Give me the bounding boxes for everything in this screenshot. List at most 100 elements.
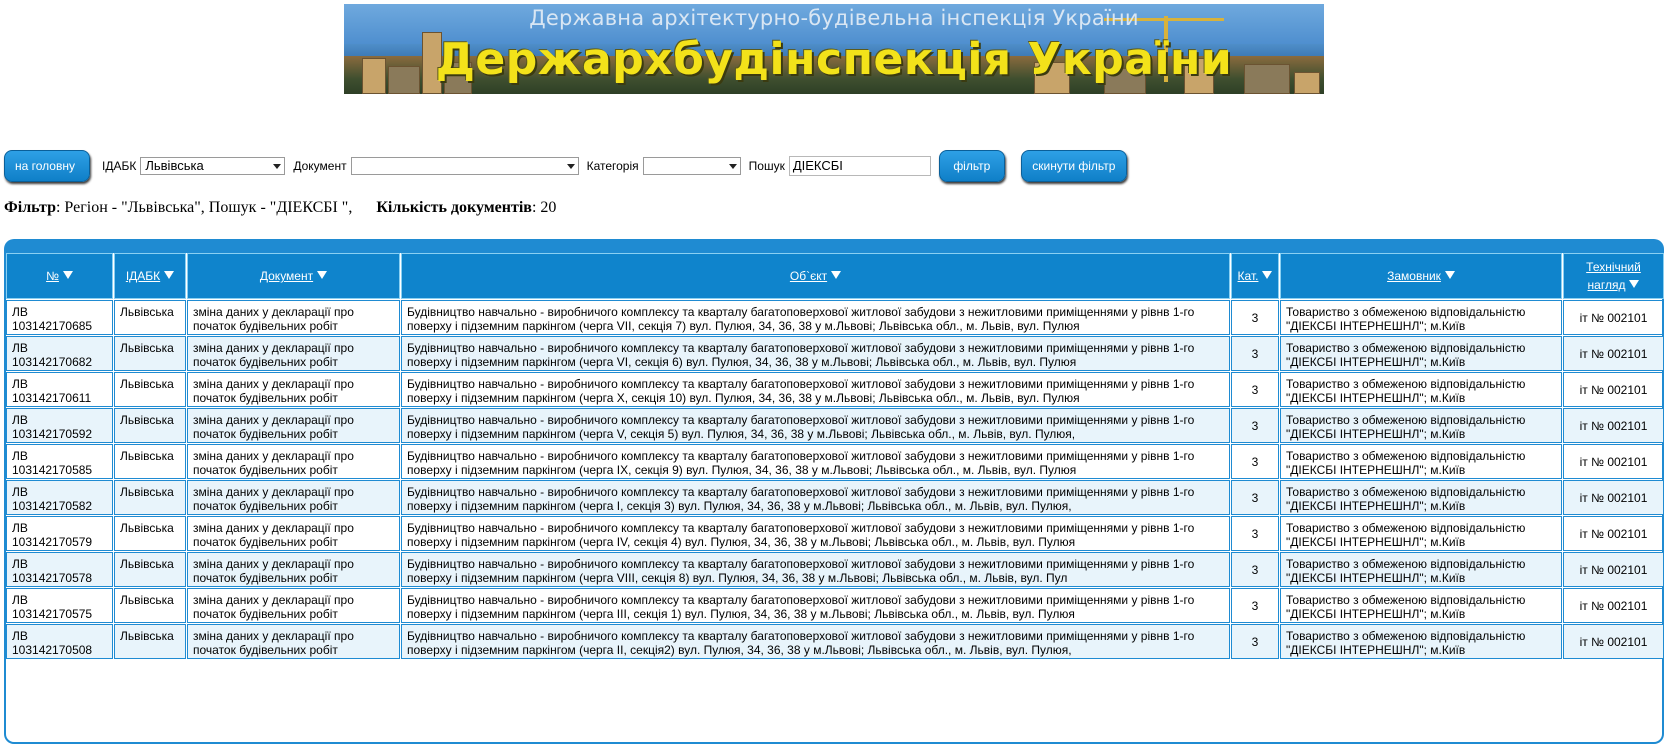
column-header-idabk[interactable]: ІДАБК <box>114 253 186 299</box>
cell-customer: Товариство з обмеженою відповідальністю … <box>1280 588 1562 623</box>
sort-down-icon <box>1444 271 1455 279</box>
header-banner: Державна архітектурно-будівельна інспекц… <box>344 4 1324 94</box>
sort-link-idabk[interactable]: ІДАБК <box>126 269 160 283</box>
cell-tech-supervision: іт № 002101 <box>1563 444 1664 479</box>
category-select[interactable] <box>642 157 741 175</box>
cell-customer: Товариство з обмеженою відповідальністю … <box>1280 408 1562 443</box>
cell-number-value: 103142170578 <box>12 571 93 585</box>
column-header-tech-supervision[interactable]: Технічний нагляд <box>1563 253 1664 299</box>
table-row: ЛВ 103142170578 Львівська зміна даних у дек… <box>6 552 1664 587</box>
cell-object: Будівництво навчально - виробничого комп… <box>401 516 1230 551</box>
cell-object: Будівництво навчально - виробничого комп… <box>401 480 1230 515</box>
column-header-category[interactable]: Кат. <box>1231 253 1279 299</box>
cell-number-value: 103142170682 <box>12 355 93 369</box>
filter-button[interactable]: фільтр <box>938 150 1005 182</box>
tech-header-line1: Технічний <box>1586 260 1641 274</box>
table-row: ЛВ 103142170685 Львівська зміна даних у дек… <box>6 300 1664 335</box>
cell-category: 3 <box>1231 336 1279 371</box>
cell-number-prefix: ЛВ <box>12 449 28 463</box>
column-header-document[interactable]: Документ <box>187 253 400 299</box>
category-label: Категорія <box>586 159 639 173</box>
cell-customer: Товариство з обмеженою відповідальністю … <box>1280 480 1562 515</box>
cell-customer: Товариство з обмеженою відповідальністю … <box>1280 552 1562 587</box>
cell-tech-supervision: іт № 002101 <box>1563 408 1664 443</box>
home-button[interactable]: на головну <box>4 150 90 182</box>
cell-object: Будівництво навчально - виробничого комп… <box>401 300 1230 335</box>
cell-number-value: 103142170508 <box>12 643 93 657</box>
cell-idabk: Львівська <box>114 408 186 443</box>
column-header-object[interactable]: Об`єкт <box>401 253 1230 299</box>
cell-number-value: 103142170582 <box>12 499 93 513</box>
sort-link-object[interactable]: Об`єкт <box>790 269 827 283</box>
cell-idabk: Львівська <box>114 444 186 479</box>
sort-down-icon <box>831 271 842 279</box>
table-header-row: № ІДАБК Документ Об`єкт Кат. Замовник Те… <box>6 253 1664 299</box>
cell-idabk: Львівська <box>114 588 186 623</box>
cell-number-value: 103142170685 <box>12 319 93 333</box>
chevron-down-icon <box>273 164 282 169</box>
search-label: Пошук <box>748 159 785 173</box>
cell-object: Будівництво навчально - виробничого комп… <box>401 552 1230 587</box>
cell-document: зміна даних у декларації про початок буд… <box>187 516 400 551</box>
cell-object: Будівництво навчально - виробничого комп… <box>401 408 1230 443</box>
cell-tech-supervision: іт № 002101 <box>1563 552 1664 587</box>
cell-customer: Товариство з обмеженою відповідальністю … <box>1280 372 1562 407</box>
documents-table: № ІДАБК Документ Об`єкт Кат. Замовник Те… <box>5 252 1665 660</box>
cell-tech-supervision: іт № 002101 <box>1563 300 1664 335</box>
cell-category: 3 <box>1231 408 1279 443</box>
cell-customer: Товариство з обмеженою відповідальністю … <box>1280 336 1562 371</box>
cell-document: зміна даних у декларації про початок буд… <box>187 552 400 587</box>
banner-subtitle: Державна архітектурно-будівельна інспекц… <box>529 6 1139 30</box>
sort-link-category[interactable]: Кат. <box>1238 269 1259 283</box>
cell-number-value: 103142170592 <box>12 427 93 441</box>
reset-filter-button[interactable]: скинути фільтр <box>1020 150 1127 182</box>
sort-link-document[interactable]: Документ <box>260 269 313 283</box>
document-count-label: Кількість документів <box>376 199 532 216</box>
cell-category: 3 <box>1231 516 1279 551</box>
cell-number-prefix: ЛВ <box>12 521 28 535</box>
cell-document: зміна даних у декларації про початок буд… <box>187 300 400 335</box>
filter-label: Фільтр <box>4 199 56 216</box>
cell-customer: Товариство з обмеженою відповідальністю … <box>1280 444 1562 479</box>
column-header-number[interactable]: № <box>6 253 113 299</box>
cell-idabk: Львівська <box>114 552 186 587</box>
cell-number: ЛВ 103142170685 <box>6 300 113 335</box>
cell-tech-supervision: іт № 002101 <box>1563 480 1664 515</box>
column-header-customer[interactable]: Замовник <box>1280 253 1562 299</box>
sort-link-number[interactable]: № <box>46 269 59 283</box>
search-input[interactable]: ДІЕКСБІ <box>788 156 931 176</box>
table-row: ЛВ 103142170592 Львівська зміна даних у дек… <box>6 408 1664 443</box>
cell-number: ЛВ 103142170592 <box>6 408 113 443</box>
cell-object: Будівництво навчально - виробничого комп… <box>401 444 1230 479</box>
cell-idabk: Львівська <box>114 336 186 371</box>
cell-tech-supervision: іт № 002101 <box>1563 336 1664 371</box>
cell-customer: Товариство з обмеженою відповідальністю … <box>1280 624 1562 659</box>
cell-number: ЛВ 103142170682 <box>6 336 113 371</box>
cell-number-prefix: ЛВ <box>12 593 28 607</box>
sort-down-icon <box>1629 280 1640 288</box>
cell-idabk: Львівська <box>114 480 186 515</box>
cell-document: зміна даних у декларації про початок буд… <box>187 624 400 659</box>
chevron-down-icon <box>728 164 737 169</box>
cell-tech-supervision: іт № 002101 <box>1563 624 1664 659</box>
table-row: ЛВ 103142170611 Львівська зміна даних у дек… <box>6 372 1664 407</box>
cell-tech-supervision: іт № 002101 <box>1563 588 1664 623</box>
sort-down-icon <box>164 271 175 279</box>
document-select[interactable] <box>350 157 579 175</box>
cell-number-prefix: ЛВ <box>12 413 28 427</box>
cell-document: зміна даних у декларації про початок буд… <box>187 588 400 623</box>
cell-category: 3 <box>1231 372 1279 407</box>
table-row: ЛВ 103142170508 Львівська зміна даних у дек… <box>6 624 1664 659</box>
cell-document: зміна даних у декларації про початок буд… <box>187 336 400 371</box>
cell-number-value: 103142170611 <box>12 391 92 405</box>
idabk-select[interactable]: Львівська <box>140 157 286 175</box>
sort-link-customer[interactable]: Замовник <box>1387 269 1441 283</box>
cell-customer: Товариство з обмеженою відповідальністю … <box>1280 516 1562 551</box>
banner-title: Держархбудінспекція України <box>435 34 1233 85</box>
cell-number-prefix: ЛВ <box>12 341 28 355</box>
cell-document: зміна даних у декларації про початок буд… <box>187 372 400 407</box>
cell-tech-supervision: іт № 002101 <box>1563 372 1664 407</box>
cell-object: Будівництво навчально - виробничого комп… <box>401 336 1230 371</box>
table-row: ЛВ 103142170582 Львівська зміна даних у дек… <box>6 480 1664 515</box>
sort-down-icon <box>1262 271 1273 279</box>
